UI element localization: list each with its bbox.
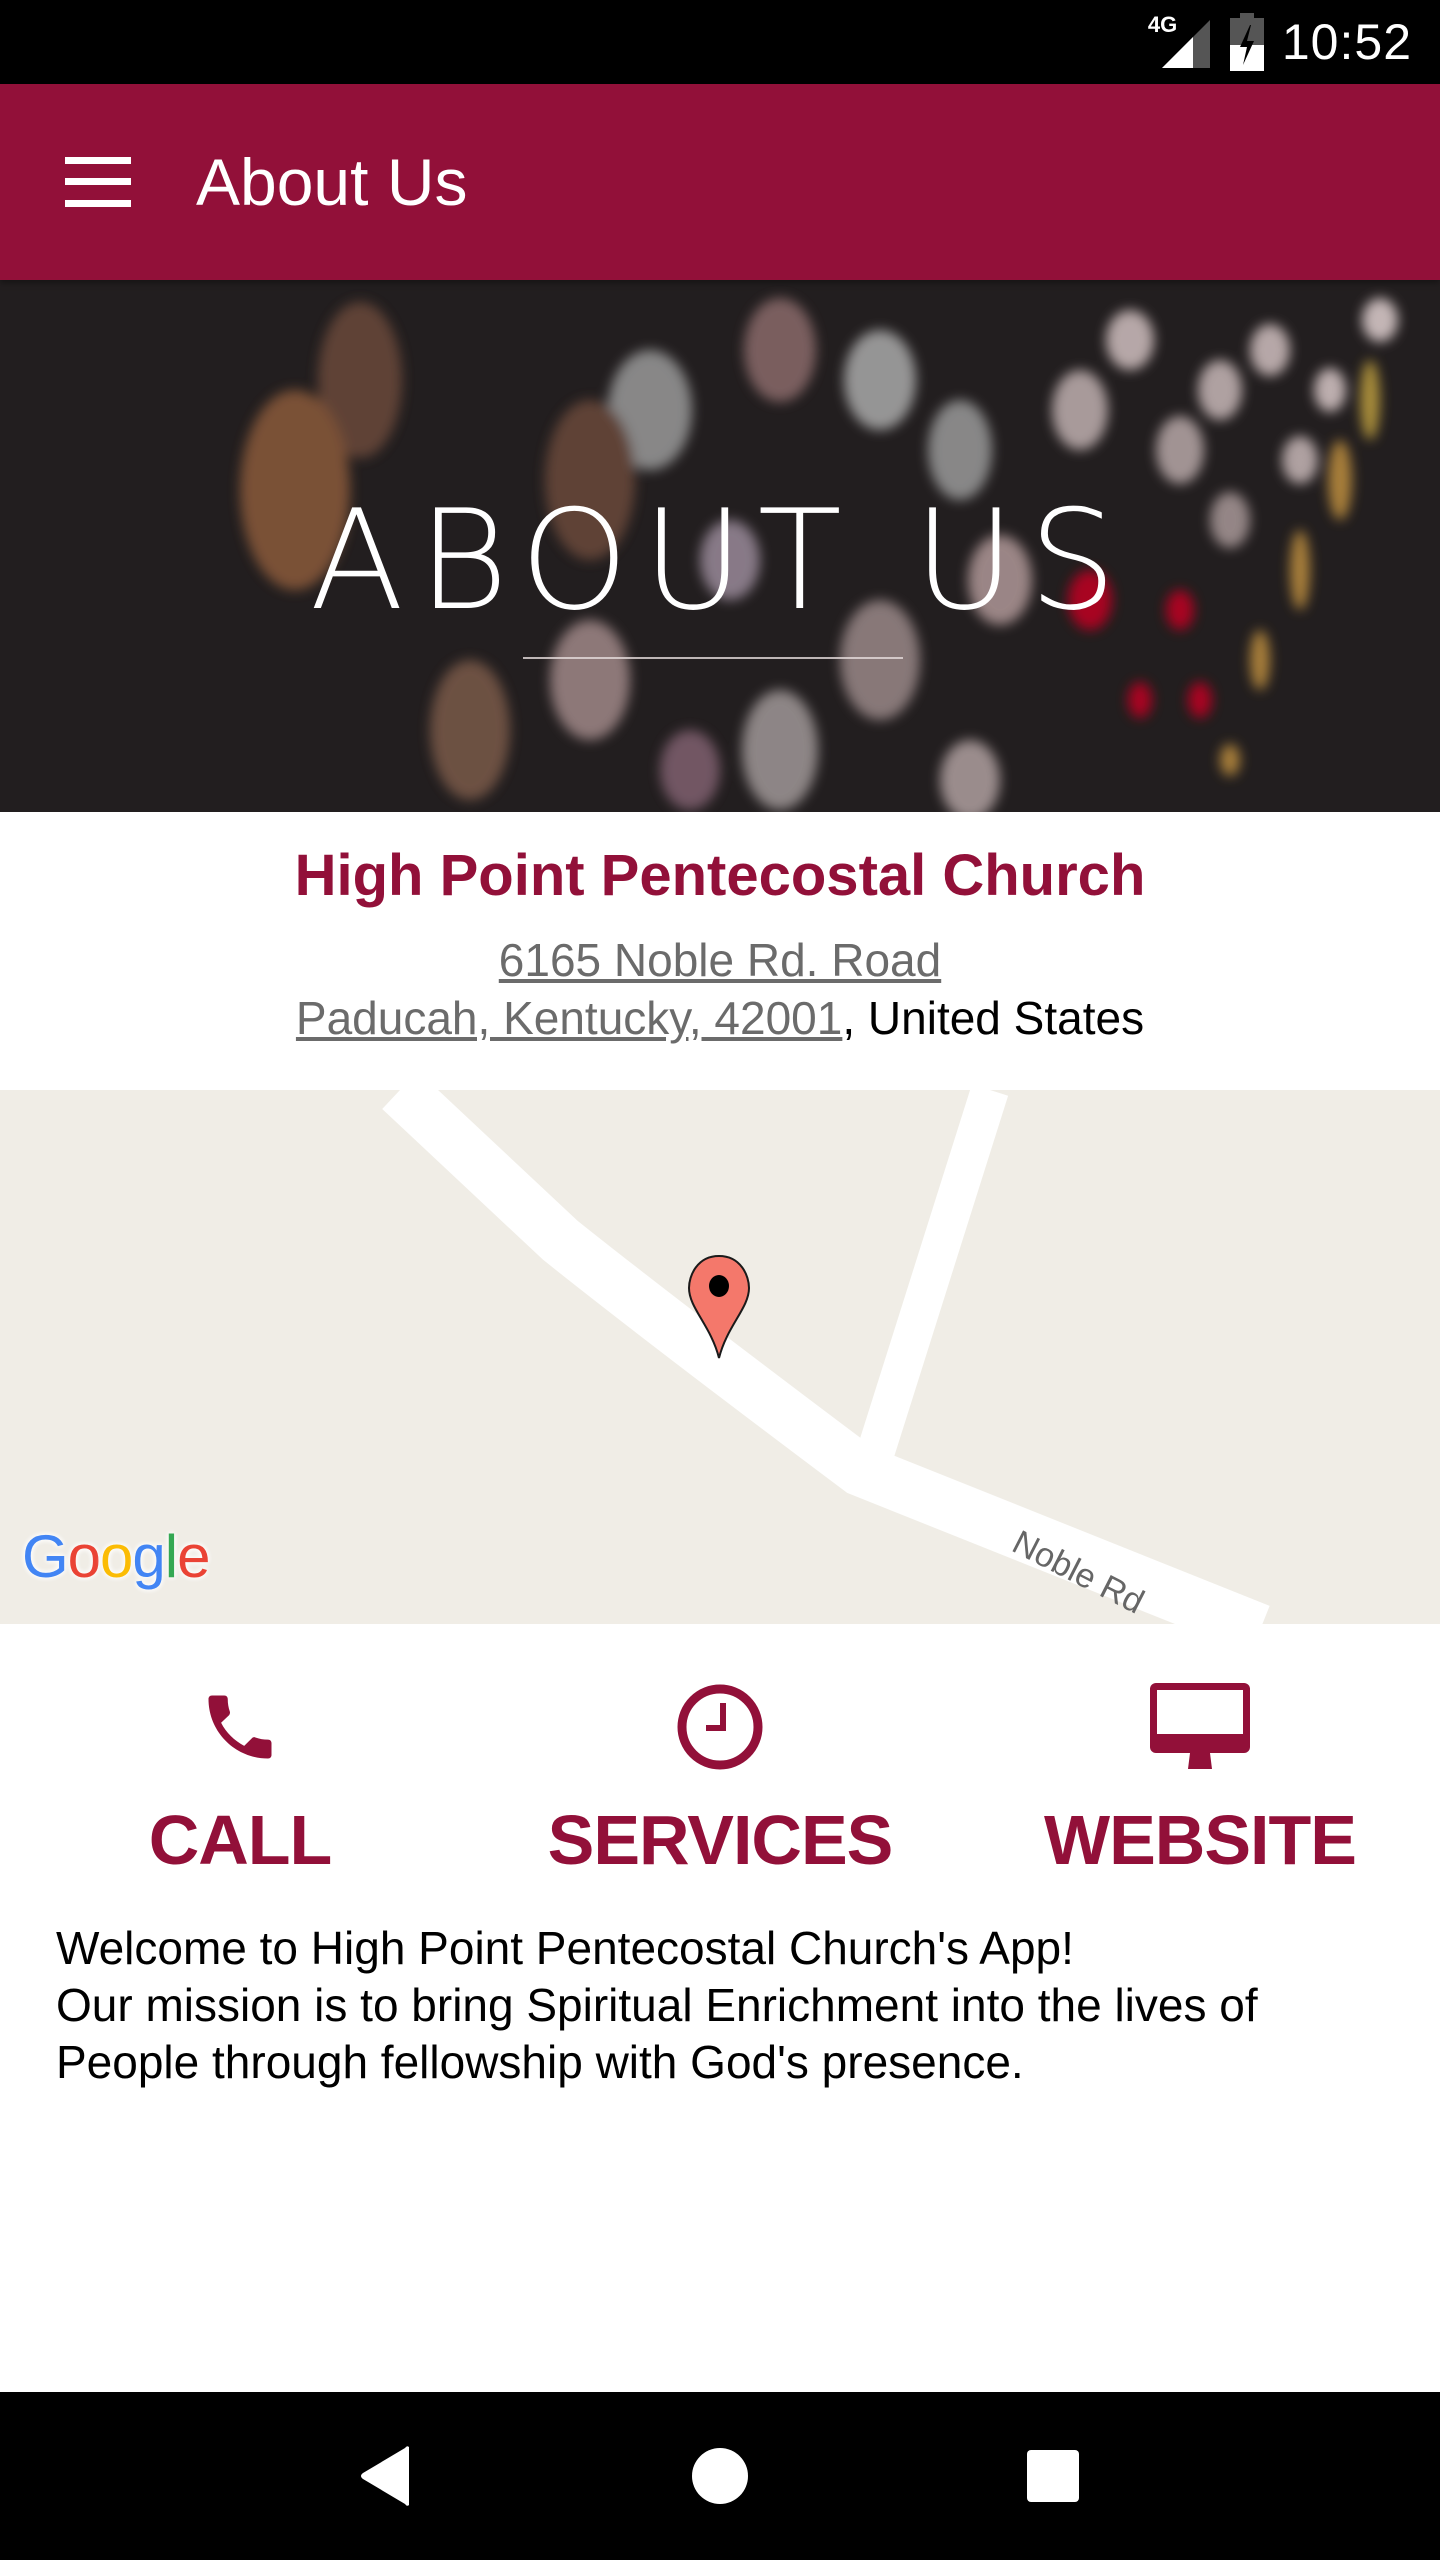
side-road bbox=[851, 1090, 1009, 1476]
status-bar: 4G 10:52 bbox=[0, 0, 1440, 84]
phone-icon bbox=[208, 1695, 272, 1759]
clock-time: 10:52 bbox=[1281, 14, 1412, 70]
call-label: CALL bbox=[148, 1801, 333, 1879]
google-logo: Google bbox=[22, 1523, 211, 1590]
action-row: CALL SERVICES WEBSITE bbox=[0, 1624, 1440, 1884]
hero-divider bbox=[523, 657, 903, 659]
page-title: About Us bbox=[196, 145, 468, 219]
mission-statement: Our mission is to bring Spiritual Enrich… bbox=[56, 1979, 1258, 2088]
battery-charging-icon bbox=[1229, 13, 1264, 71]
home-icon bbox=[691, 2448, 748, 2504]
home-button[interactable] bbox=[660, 2416, 780, 2536]
address-line1-link[interactable]: 6165 Noble Rd. Road bbox=[499, 934, 941, 986]
services-label: SERVICES bbox=[547, 1801, 894, 1879]
hamburger-menu-icon bbox=[65, 157, 131, 207]
signal-icon: 4G bbox=[1148, 12, 1212, 70]
monitor-icon bbox=[1150, 1683, 1250, 1769]
website-label: WEBSITE bbox=[1044, 1801, 1357, 1879]
back-icon bbox=[360, 2446, 409, 2506]
hero-title: ABOUT US bbox=[309, 480, 1131, 641]
menu-button[interactable] bbox=[0, 84, 196, 280]
main-road bbox=[382, 1090, 1270, 1624]
address-country: , United States bbox=[842, 992, 1145, 1044]
hero-banner: ABOUT US bbox=[0, 280, 1440, 812]
app-bar: About Us bbox=[0, 84, 1440, 280]
welcome-line: Welcome to High Point Pentecostal Church… bbox=[56, 1922, 1074, 1974]
recents-icon bbox=[1027, 2450, 1080, 2502]
system-nav-bar bbox=[0, 2392, 1440, 2560]
call-button[interactable]: CALL bbox=[0, 1624, 480, 1884]
back-button[interactable] bbox=[327, 2416, 447, 2536]
church-address: 6165 Noble Rd. Road Paducah, Kentucky, 4… bbox=[0, 931, 1440, 1047]
welcome-text: Welcome to High Point Pentecostal Church… bbox=[56, 1920, 1396, 2091]
church-info: High Point Pentecostal Church 6165 Noble… bbox=[0, 812, 1440, 1090]
services-button[interactable]: SERVICES bbox=[480, 1624, 960, 1884]
church-name: High Point Pentecostal Church bbox=[294, 843, 1146, 908]
website-button[interactable]: WEBSITE bbox=[960, 1624, 1440, 1884]
map-view[interactable]: Noble Rd Google bbox=[0, 1090, 1440, 1624]
recents-button[interactable] bbox=[993, 2416, 1113, 2536]
clock-icon bbox=[677, 1684, 763, 1770]
address-line2-link[interactable]: Paducah, Kentucky, 42001 bbox=[296, 992, 842, 1044]
